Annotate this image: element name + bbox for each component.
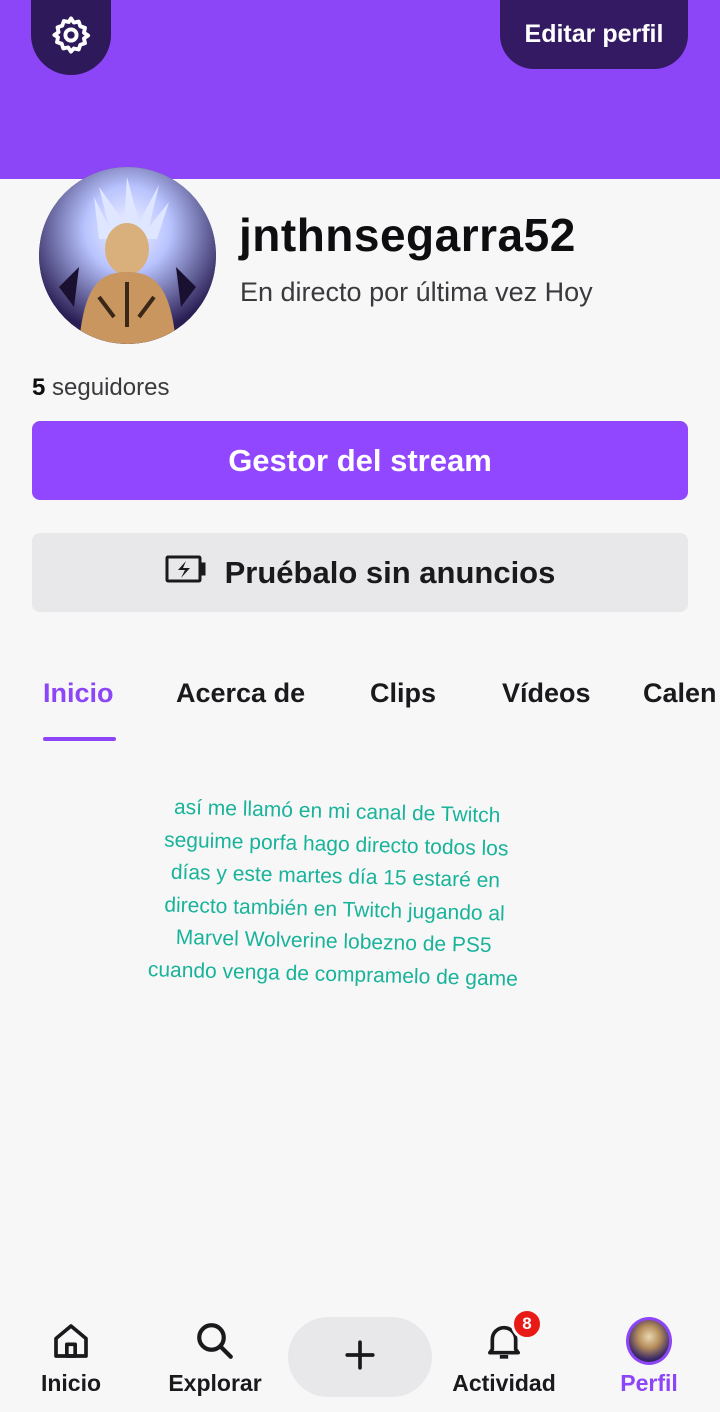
tab-clips[interactable]: Clips [370, 678, 436, 709]
plus-icon [343, 1338, 377, 1377]
create-button[interactable] [288, 1317, 432, 1397]
nav-explorar[interactable]: Explorar [145, 1318, 285, 1408]
battery-charging-icon [165, 554, 207, 592]
nav-inicio[interactable]: Inicio [1, 1318, 141, 1408]
notification-badge: 8 [511, 1308, 543, 1340]
nav-perfil[interactable]: Perfil [579, 1317, 719, 1408]
tab-inicio[interactable]: Inicio [43, 678, 114, 709]
tab-calendario[interactable]: Calen [643, 678, 717, 709]
bell-icon: 8 [481, 1308, 543, 1364]
try-no-ads-button[interactable]: Pruébalo sin anuncios [32, 533, 688, 612]
nav-inicio-label: Inicio [40, 1370, 102, 1396]
profile-tabs: Inicio Acerca de Clips Vídeos Calen [0, 668, 720, 728]
followers-count[interactable]: 5 seguidores [32, 374, 169, 402]
nav-perfil-label: Perfil [620, 1370, 678, 1396]
active-tab-indicator [43, 737, 116, 741]
try-no-ads-label: Pruébalo sin anuncios [224, 554, 556, 590]
followers-label: seguidores [52, 374, 170, 401]
avatar[interactable] [39, 167, 216, 344]
nav-actividad-label: Actividad [452, 1370, 556, 1396]
gear-icon [50, 14, 92, 61]
nav-actividad[interactable]: 8 Actividad [434, 1308, 574, 1408]
search-icon [192, 1318, 238, 1364]
username: jnthnsegarra52 [239, 209, 576, 261]
home-icon [48, 1318, 94, 1364]
followers-number: 5 [32, 374, 46, 401]
last-live-status: En directo por última vez Hoy [240, 277, 593, 307]
profile-avatar-icon [626, 1317, 672, 1365]
edit-profile-button[interactable]: Editar perfil [500, 0, 688, 69]
tab-videos[interactable]: Vídeos [502, 678, 591, 709]
tab-acerca-de[interactable]: Acerca de [176, 678, 305, 709]
stream-manager-button[interactable]: Gestor del stream [32, 421, 688, 500]
nav-explorar-label: Explorar [168, 1370, 262, 1396]
channel-bio: así me llamó en mi canal de Twitch segui… [128, 791, 543, 997]
